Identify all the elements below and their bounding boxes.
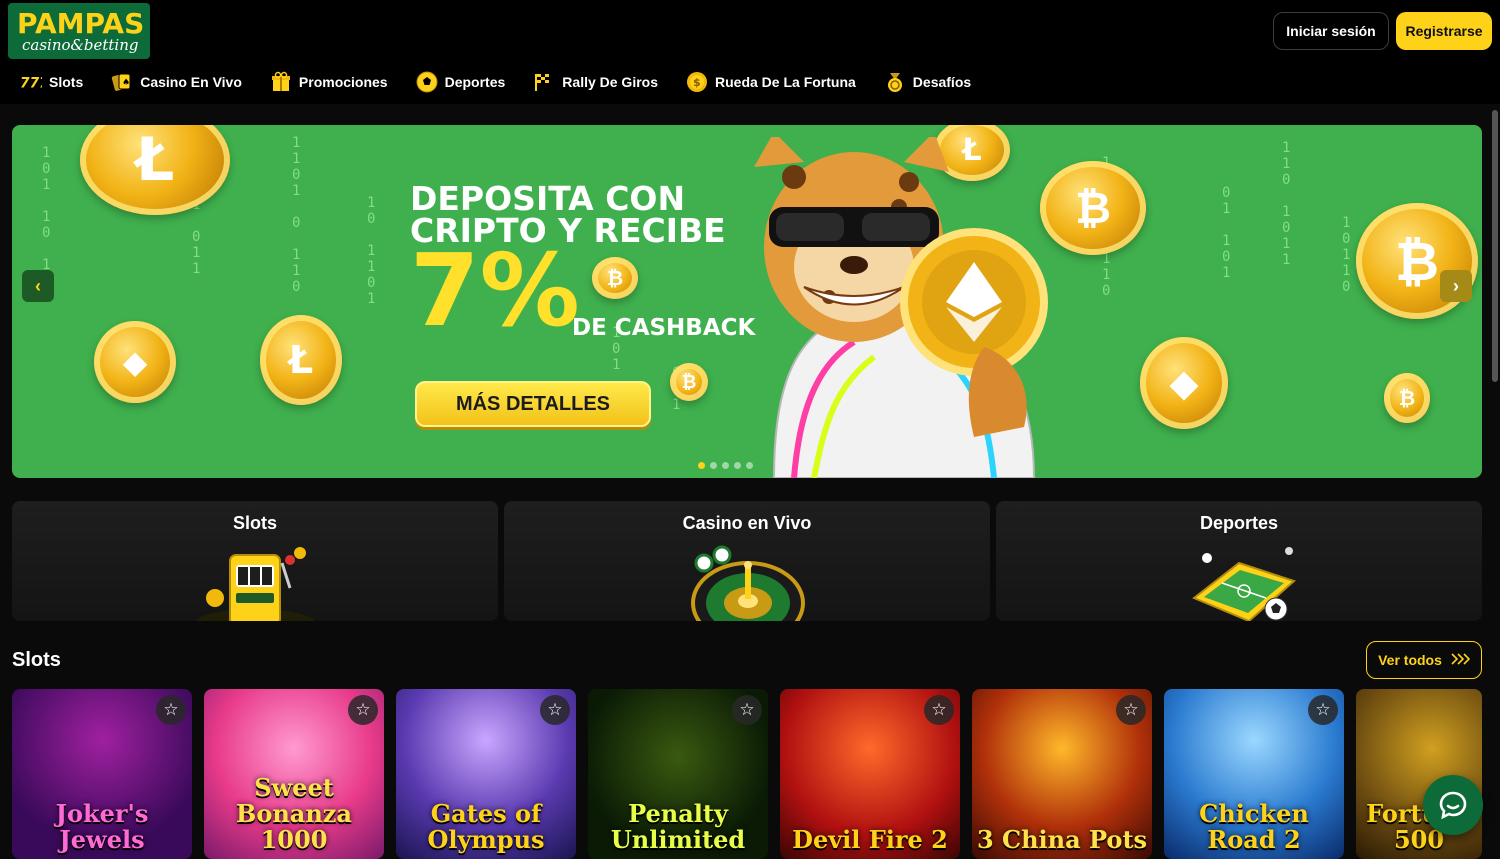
- view-all-button[interactable]: Ver todos: [1366, 641, 1482, 679]
- login-button[interactable]: Iniciar sesión: [1273, 12, 1389, 50]
- chat-bubble-icon: [1439, 791, 1467, 820]
- register-button[interactable]: Registrarse: [1396, 12, 1492, 50]
- carousel-dot[interactable]: [710, 462, 717, 469]
- slots-777-icon: 777: [20, 71, 42, 93]
- checkered-flags-icon: [533, 71, 555, 93]
- game-title: Joker's Jewels: [55, 799, 149, 854]
- svg-text:777: 777: [20, 76, 42, 91]
- category-card-deportes[interactable]: Deportes: [996, 501, 1482, 621]
- top-header: PAMPAS casino&betting Iniciar sesión Reg…: [0, 0, 1500, 104]
- soccer-ball-icon: [416, 71, 438, 93]
- game-title: Penalty Unlimited: [610, 799, 746, 854]
- page-scrollbar[interactable]: [1492, 110, 1498, 382]
- favorite-star-icon[interactable]: ☆: [348, 695, 378, 725]
- slot-machine-icon: [195, 547, 315, 621]
- nav-item-rueda-de-la-fortuna[interactable]: $ Rueda De La Fortuna: [686, 66, 856, 98]
- nav-item-label: Casino En Vivo: [140, 74, 242, 90]
- binary-rain: 1011010: [42, 145, 51, 289]
- game-title: 3 China Pots: [976, 825, 1148, 854]
- bitcoin-coin: ₿: [1384, 373, 1430, 423]
- nav-item-promociones[interactable]: Promociones: [270, 66, 388, 98]
- game-tile[interactable]: Chicken Road 2 ☆: [1164, 689, 1344, 859]
- main-nav: 777 Slots ♠ Casino En Vivo Promociones D…: [0, 66, 971, 98]
- nav-item-label: Slots: [49, 74, 84, 90]
- litecoin-coin: Ł: [80, 125, 230, 215]
- carousel-dot[interactable]: [746, 462, 753, 469]
- svg-text:$: $: [693, 76, 701, 89]
- game-tile[interactable]: Penalty Unlimited ☆: [588, 689, 768, 859]
- ethereum-coin: ◆: [94, 321, 176, 403]
- category-card-slots[interactable]: Slots: [12, 501, 498, 621]
- cards-icon: ♠: [111, 71, 133, 93]
- roulette-icon: [691, 545, 805, 621]
- slots-section-title: Slots: [12, 649, 61, 671]
- nav-item-label: Rueda De La Fortuna: [715, 74, 856, 90]
- chevron-right-icon: ›: [1453, 275, 1459, 296]
- jaguar-astronaut-mascot: [754, 137, 1048, 478]
- binary-rain: 10110: [1342, 215, 1351, 295]
- carousel-dot[interactable]: [698, 462, 705, 469]
- bitcoin-coin: ₿: [592, 257, 638, 299]
- favorite-star-icon[interactable]: ☆: [540, 695, 570, 725]
- binary-rain: 11010110: [292, 135, 301, 295]
- game-title: Devil Fire 2: [792, 825, 948, 854]
- chevron-left-icon: ‹: [35, 275, 41, 296]
- category-title: Casino en Vivo: [682, 513, 812, 533]
- binary-rain: 1101011: [1282, 140, 1291, 268]
- bitcoin-coin: ₿: [670, 363, 708, 401]
- banner-percent: 7%: [410, 232, 580, 349]
- view-all-label: Ver todos: [1378, 652, 1442, 668]
- carousel-pagination: [698, 462, 753, 469]
- svg-text:♠: ♠: [122, 78, 130, 88]
- nav-item-label: Desafíos: [912, 74, 972, 90]
- nav-item-label: Promociones: [298, 74, 388, 90]
- category-title: Slots: [232, 513, 277, 533]
- nav-item-label: Rally De Giros: [562, 74, 658, 90]
- ethereum-coin: ◆: [1140, 337, 1228, 429]
- banner-subline: DE CASHBACK: [572, 315, 756, 341]
- favorite-star-icon[interactable]: ☆: [1116, 695, 1146, 725]
- carousel-prev-button[interactable]: ‹: [22, 270, 54, 302]
- gift-icon: [270, 71, 292, 93]
- game-title: Gates of Olympus: [427, 799, 545, 854]
- nav-item-slots[interactable]: 777 Slots: [20, 66, 83, 98]
- favorite-star-icon[interactable]: ☆: [156, 695, 186, 725]
- nav-item-deportes[interactable]: Deportes: [416, 66, 506, 98]
- nav-item-desafios[interactable]: Desafíos: [884, 66, 971, 98]
- binary-rain: 101101: [367, 195, 376, 307]
- nav-item-casino-en-vivo[interactable]: ♠ Casino En Vivo: [111, 66, 242, 98]
- nav-item-label: Deportes: [444, 74, 506, 90]
- game-tile[interactable]: Fortune 500: [1356, 689, 1482, 859]
- carousel-dot[interactable]: [722, 462, 729, 469]
- binary-rain: 01101: [1222, 185, 1231, 281]
- litecoin-coin: Ł: [260, 315, 342, 405]
- fortune-coin-icon: $: [686, 71, 708, 93]
- medal-icon: [884, 71, 906, 93]
- carousel-next-button[interactable]: ›: [1440, 270, 1472, 302]
- promo-banner[interactable]: 1011010 011011 11010110 101101 10110110 …: [12, 125, 1482, 478]
- favorite-star-icon[interactable]: ☆: [924, 695, 954, 725]
- game-title: Chicken Road 2: [1199, 799, 1309, 854]
- brand-logo[interactable]: PAMPAS casino&betting: [8, 3, 150, 59]
- more-details-button[interactable]: MÁS DETALLES: [415, 381, 651, 427]
- game-tile[interactable]: Devil Fire 2 ☆: [780, 689, 960, 859]
- nav-item-rally-de-giros[interactable]: Rally De Giros: [533, 66, 658, 98]
- category-card-casino-en-vivo[interactable]: Casino en Vivo: [504, 501, 990, 621]
- game-title: Sweet Bonanza 1000: [236, 773, 352, 854]
- game-tile[interactable]: 3 China Pots ☆: [972, 689, 1152, 859]
- game-tile[interactable]: Gates of Olympus ☆: [396, 689, 576, 859]
- stadium-icon: [1192, 547, 1296, 621]
- live-chat-button[interactable]: [1423, 775, 1483, 835]
- slots-game-row: Joker's Jewels ☆ Sweet Bonanza 1000 ☆ Ga…: [12, 689, 1482, 859]
- game-tile[interactable]: Joker's Jewels ☆: [12, 689, 192, 859]
- game-tile[interactable]: Sweet Bonanza 1000 ☆: [204, 689, 384, 859]
- carousel-dot[interactable]: [734, 462, 741, 469]
- favorite-star-icon[interactable]: ☆: [732, 695, 762, 725]
- logo-tagline: casino&betting: [22, 36, 139, 54]
- double-chevron-right-icon: [1450, 652, 1471, 668]
- category-title: Deportes: [1199, 513, 1279, 533]
- favorite-star-icon[interactable]: ☆: [1308, 695, 1338, 725]
